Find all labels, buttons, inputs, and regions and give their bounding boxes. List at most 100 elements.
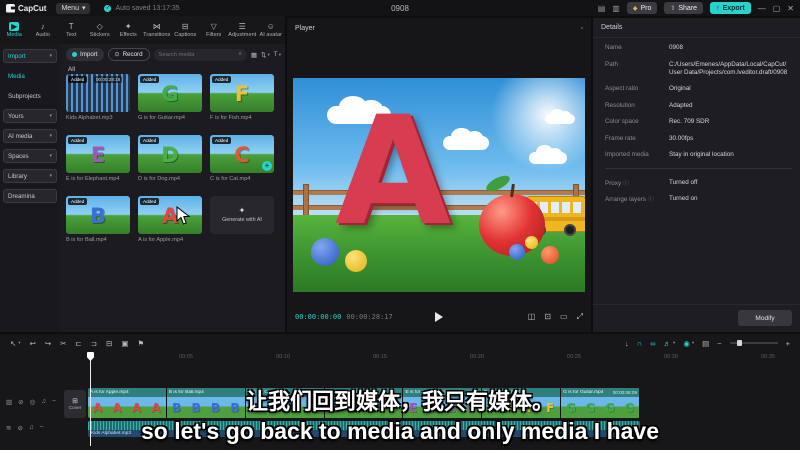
video-thumbnail[interactable]: Added F xyxy=(210,74,274,112)
media-item-c[interactable]: Added C + C is for Cat.mp4 xyxy=(210,135,274,182)
grid-view-button[interactable]: ▦ xyxy=(251,51,257,59)
sidebar-item-yours[interactable]: Yours ▾ xyxy=(3,109,57,123)
media-item-b[interactable]: Added B B is for Ball.mp4 xyxy=(66,196,130,243)
media-item-d[interactable]: Added D D is for Dog.mp4 xyxy=(138,135,202,182)
zoom-out-button[interactable]: − xyxy=(717,339,721,348)
video-preview[interactable]: A xyxy=(293,78,585,292)
compare-icon[interactable]: ◫ xyxy=(528,312,536,322)
maximize-button[interactable]: ▢ xyxy=(773,4,781,13)
delete-button[interactable]: ⊟ xyxy=(106,339,112,348)
video-thumbnail[interactable]: Added E xyxy=(66,135,130,173)
modify-button[interactable]: Modify xyxy=(738,310,792,326)
media-item-audio[interactable]: Added 00:00:28:18 Kids Alphabet.mp3 xyxy=(66,74,130,121)
import-button[interactable]: Import xyxy=(66,48,104,61)
added-badge: Added xyxy=(140,137,160,144)
media-item-g[interactable]: Added G G is for Guitar.mp4 xyxy=(138,74,202,121)
voiceover-button[interactable]: ↓ xyxy=(625,339,629,348)
chevron-down-icon: ▾ xyxy=(49,133,52,139)
fullscreen-icon[interactable]: ⤢ xyxy=(577,312,583,322)
share-icon: ⇧ xyxy=(670,5,676,12)
undo-button[interactable]: ↩ xyxy=(30,339,36,348)
filters-icon: ▽ xyxy=(210,22,217,31)
sidebar-item-spaces[interactable]: Spaces ▾ xyxy=(3,149,57,163)
menu-button[interactable]: Menu ▾ xyxy=(56,2,91,14)
play-button[interactable] xyxy=(435,312,443,322)
slider-knob[interactable] xyxy=(736,340,742,346)
sort-icon: ⇅ xyxy=(261,51,267,59)
diamond-icon: ◆ xyxy=(632,5,638,12)
tab-media[interactable]: ▶ Media xyxy=(0,16,29,44)
titlebar: CapCut Menu ▾ ✓ Auto saved 13:17:35 0908… xyxy=(0,0,800,16)
sidebar-item-ai-media[interactable]: AI media ▾ xyxy=(3,129,57,143)
close-button[interactable]: ✕ xyxy=(787,4,794,13)
video-thumbnail[interactable]: Added A xyxy=(138,196,202,234)
select-tool-button[interactable]: ↖ ▾ xyxy=(10,339,21,348)
ruler-tick: 00:20 xyxy=(470,354,484,360)
media-item-e[interactable]: Added E E is for Elephant.mp4 xyxy=(66,135,130,182)
subtitle-english: so let's go back to media and only media… xyxy=(140,418,659,444)
video-thumbnail[interactable]: Added C + xyxy=(210,135,274,173)
record-icon: ⊙ xyxy=(114,52,120,58)
search-input[interactable] xyxy=(158,51,236,58)
sidebar-item-library[interactable]: Library ▾ xyxy=(3,169,57,183)
details-panel: Details Name 0908 Path C:/Users/Emenes/A… xyxy=(593,18,800,332)
detail-row-frame-rate: Frame rate 30.00fps xyxy=(605,134,694,142)
audio-toggle-button[interactable]: ♬ ▾ xyxy=(664,339,676,348)
layout-toggle-icon[interactable]: ▤ xyxy=(598,4,606,13)
tab-transitions[interactable]: ⋈ Transitions xyxy=(143,16,172,44)
media-item-f[interactable]: Added F F is for Fish.mp4 xyxy=(210,74,274,121)
media-item-a[interactable]: Added A A is for Apple.mp4 xyxy=(138,196,202,243)
record-button[interactable]: ⊙ Record xyxy=(107,48,150,61)
ribbon-tabs: ▶ Media ♪ Audio T Text ◇ Stickers ✦ Effe… xyxy=(0,16,285,44)
video-thumbnail[interactable]: Added B xyxy=(66,196,130,234)
share-button[interactable]: ⇧ Share xyxy=(664,2,704,14)
preview-quality-icon[interactable]: ▭ xyxy=(560,312,568,322)
added-badge: Added xyxy=(212,137,232,144)
timeline-zoom-slider[interactable] xyxy=(729,340,778,346)
tab-audio[interactable]: ♪ Audio xyxy=(29,16,58,44)
sidebar-item-subprojects[interactable]: Subprojects xyxy=(3,89,57,103)
render-preview-button[interactable]: ▤ xyxy=(702,339,709,348)
tab-ai-avatar[interactable]: ☺ AI avatar xyxy=(257,16,286,44)
tab-effects[interactable]: ✦ Effects xyxy=(114,16,143,44)
add-to-timeline-button[interactable]: + xyxy=(262,161,272,171)
export-button[interactable]: ↑ Export xyxy=(710,2,751,14)
current-time: 00:00:00:00 xyxy=(295,313,342,321)
mask-button[interactable]: ▣ xyxy=(121,339,128,348)
player-title: Player xyxy=(295,24,315,32)
video-thumbnail[interactable]: Added D xyxy=(138,135,202,173)
layout-panels-icon[interactable]: ▥ xyxy=(612,4,620,13)
sort-button[interactable]: ⇅ ▾ xyxy=(261,51,270,59)
tab-adjustment[interactable]: ☰ Adjustment xyxy=(228,16,257,44)
tab-text[interactable]: T Text xyxy=(57,16,86,44)
tab-stickers[interactable]: ◇ Stickers xyxy=(86,16,115,44)
delete-right-button[interactable]: ⊐ xyxy=(91,339,97,348)
audio-waveform-thumbnail[interactable]: Added 00:00:28:18 xyxy=(66,74,130,112)
player-panel: Player ▫ A 00:00:00:00 00:00:28:17 ◫ ⊡ ▭… xyxy=(287,18,591,332)
main-track-magnet-button[interactable]: ∩ xyxy=(637,339,642,348)
split-button[interactable]: ✂ xyxy=(60,339,66,348)
tab-filters[interactable]: ▽ Filters xyxy=(200,16,229,44)
type-filter-button[interactable]: T ▾ xyxy=(274,51,281,58)
sidebar-item-dreamina[interactable]: Dreamina xyxy=(3,189,57,203)
video-thumbnail[interactable]: Added G xyxy=(138,74,202,112)
added-badge: Added xyxy=(68,198,88,205)
link-clips-button[interactable]: ∞ xyxy=(650,339,655,348)
zoom-in-button[interactable]: + xyxy=(786,339,790,348)
marker-button[interactable]: ⚑ xyxy=(137,339,144,348)
sidebar-item-import[interactable]: Import ▾ xyxy=(3,49,57,63)
fit-frame-icon[interactable]: ⊡ xyxy=(544,312,551,322)
delete-left-button[interactable]: ⊏ xyxy=(75,339,81,348)
sidebar-item-media[interactable]: Media xyxy=(3,69,57,83)
timeline-ruler[interactable]: 00:05 00:10 00:15 00:20 00:25 00:30 00:3… xyxy=(0,352,800,365)
panel-options-icon[interactable]: ▫ xyxy=(581,25,583,32)
minimize-button[interactable]: — xyxy=(758,4,766,13)
ruler-tick: 00:35 xyxy=(761,354,775,360)
added-badge: Added xyxy=(140,76,160,83)
tab-captions[interactable]: ⊟ Captions xyxy=(171,16,200,44)
search-box[interactable]: ⌕ xyxy=(153,48,247,61)
redo-button[interactable]: ↪ xyxy=(45,339,51,348)
pro-button[interactable]: ◆ Pro xyxy=(626,2,658,14)
generate-with-ai-tile[interactable]: ✦ Generate with AI xyxy=(210,196,274,243)
preview-toggle-button[interactable]: ◉ ▾ xyxy=(683,339,694,348)
